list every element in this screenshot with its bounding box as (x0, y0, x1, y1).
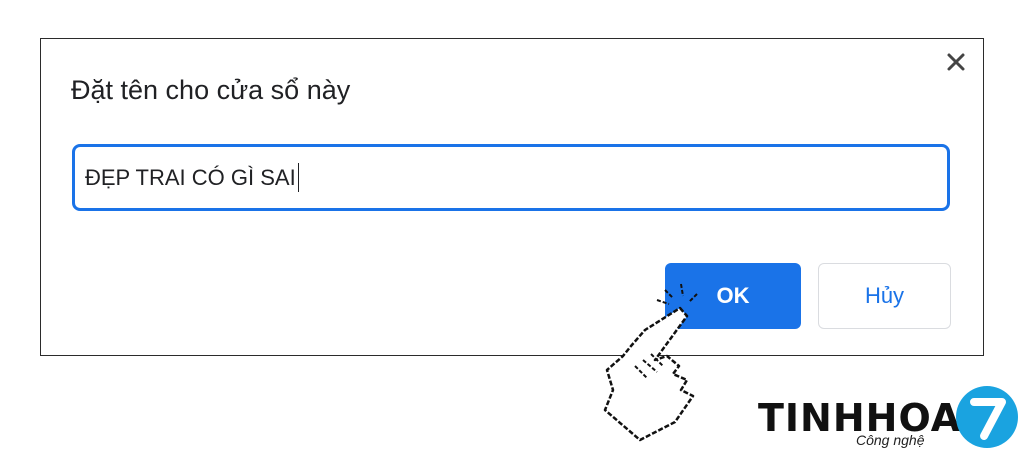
rename-window-dialog: Đặt tên cho cửa sổ này ĐẸP TRAI CÓ GÌ SA… (40, 38, 984, 356)
close-icon (947, 53, 965, 71)
hand-pointer-icon (603, 283, 698, 442)
brand-badge-icon (956, 386, 1018, 448)
ok-button-label: OK (716, 283, 750, 308)
cancel-button[interactable]: Hủy (818, 263, 951, 329)
dialog-title: Đặt tên cho cửa sổ này (71, 75, 351, 105)
input-value: ĐẸP TRAI CÓ GÌ SAI (85, 164, 296, 190)
window-name-input[interactable]: ĐẸP TRAI CÓ GÌ SAI (72, 144, 950, 211)
text-caret (297, 163, 300, 192)
brand-tagline: Công nghệ (856, 432, 925, 448)
close-button[interactable] (941, 47, 971, 77)
cancel-button-label: Hủy (864, 283, 905, 308)
brand-watermark: TINHHOA Công nghệ (758, 380, 1020, 458)
